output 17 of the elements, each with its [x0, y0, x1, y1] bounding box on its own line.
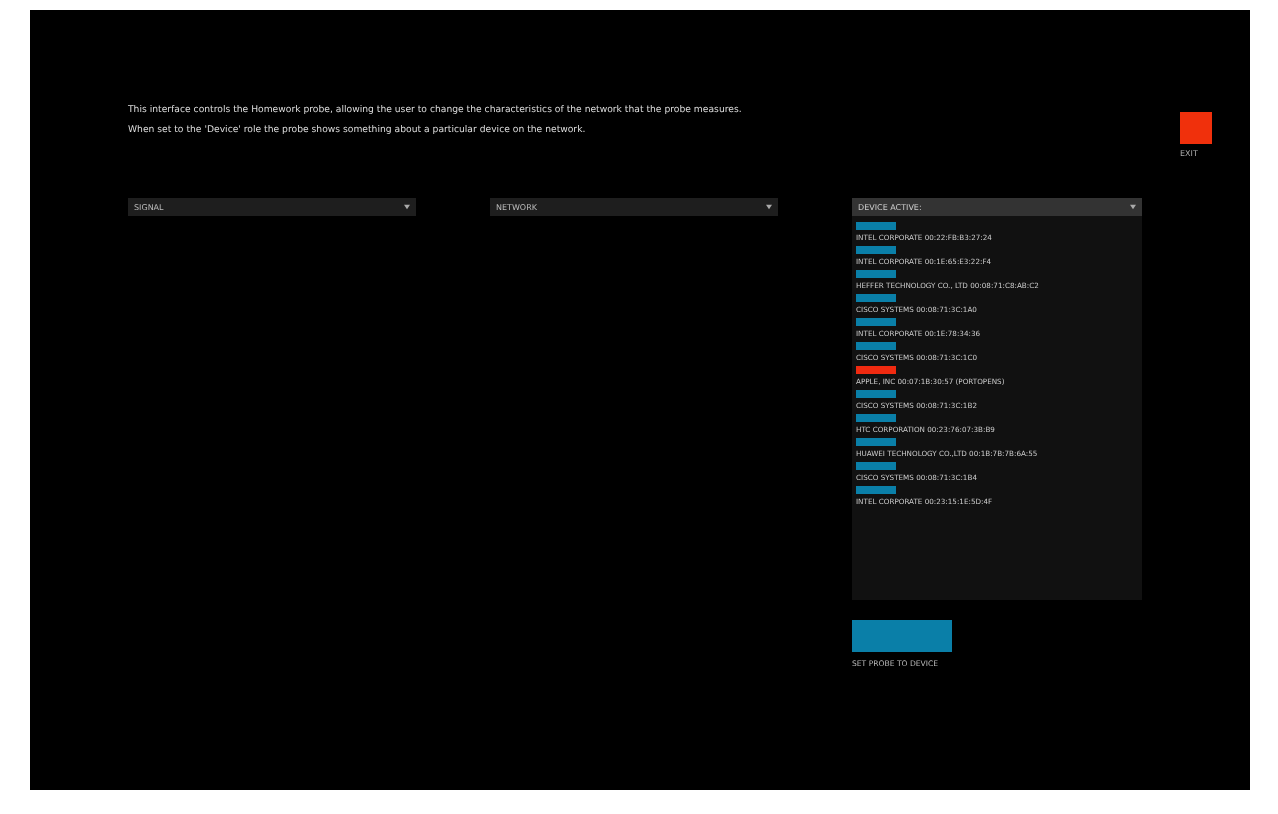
exit-button[interactable]	[1180, 112, 1212, 144]
device-tag[interactable]	[856, 414, 896, 422]
device-tag[interactable]	[856, 462, 896, 470]
caret-icon	[1130, 204, 1136, 210]
caret-icon	[404, 204, 410, 210]
device-tag[interactable]	[856, 366, 896, 374]
device-tag[interactable]	[856, 246, 896, 254]
device-tag[interactable]	[856, 486, 896, 494]
device-tag[interactable]	[856, 390, 896, 398]
device-tag[interactable]	[856, 318, 896, 326]
device-tag[interactable]	[856, 222, 896, 230]
caret-icon	[766, 204, 772, 210]
device-tag[interactable]	[856, 270, 896, 278]
device-tag[interactable]	[856, 438, 896, 446]
set-device-button[interactable]	[852, 620, 952, 652]
device-tag[interactable]	[856, 294, 896, 302]
device-tag[interactable]	[856, 342, 896, 350]
